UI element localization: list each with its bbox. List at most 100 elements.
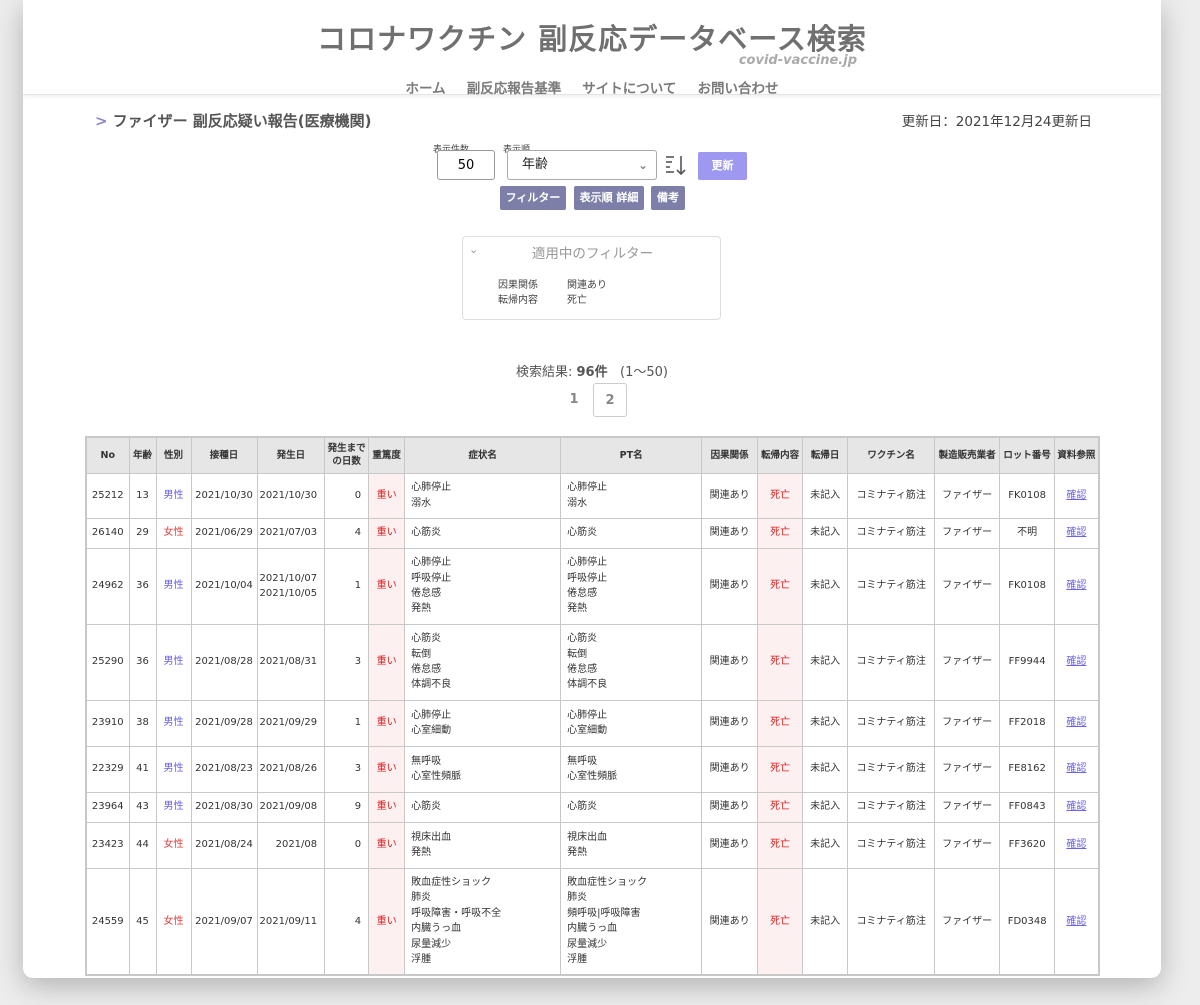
age-value: 44 [136, 839, 149, 851]
maker-value: ファイザー [942, 801, 993, 813]
col-sex-header[interactable]: 性別 [155, 436, 192, 474]
cell-vaccine: コミナティ筋注 [847, 472, 936, 519]
sort-select[interactable]: 年齢 ⌄ [507, 150, 657, 180]
col-maker-header[interactable]: 製造販売業者 [934, 436, 1001, 474]
page-link-2[interactable]: 2 [593, 383, 627, 417]
nav-report-criteria[interactable]: 副反応報告基準 [467, 77, 562, 97]
cell-ref[interactable]: 確認 [1054, 791, 1100, 823]
cell-ref[interactable]: 確認 [1054, 867, 1100, 976]
col-severity-header[interactable]: 重篤度 [368, 436, 406, 474]
cell-ref[interactable]: 確認 [1054, 547, 1100, 625]
col-onset-date-header[interactable]: 発生日 [256, 436, 326, 474]
cell-sex: 男性 [155, 472, 192, 519]
onset-value: 2021/10/30 [259, 489, 318, 501]
cell-days: 4 [324, 867, 370, 976]
col-reference-header[interactable]: 資料参照 [1054, 436, 1100, 474]
cell-outcome-date: 未記入 [802, 745, 849, 793]
col-outcome-header[interactable]: 転帰内容 [757, 436, 804, 474]
cell-ref[interactable]: 確認 [1054, 517, 1100, 549]
update-button[interactable]: 更新 [698, 152, 747, 180]
cell-sex: 男性 [155, 791, 192, 823]
count-input[interactable] [437, 150, 495, 180]
cell-pt: 心筋炎 転倒 倦怠感 体調不良 [560, 623, 703, 701]
severity-value: 重い [376, 915, 397, 927]
active-filters-title[interactable]: 適用中のフィルター [463, 242, 722, 262]
col-outcome-date-header[interactable]: 転帰日 [802, 436, 849, 474]
cell-lot: FD0348 [999, 867, 1056, 976]
site-domain: covid-vaccine.jp [738, 53, 857, 68]
nav-contact[interactable]: お問い合わせ [698, 77, 779, 97]
cell-ref[interactable]: 確認 [1054, 472, 1100, 519]
reference-link[interactable]: 確認 [1066, 580, 1086, 591]
cell-ref[interactable]: 確認 [1054, 623, 1100, 701]
no-value: 24559 [91, 915, 124, 927]
col-lot-header[interactable]: ロット番号 [999, 436, 1056, 474]
site-title[interactable]: コロナワクチン 副反応データベース検索 [23, 16, 1161, 58]
cell-ref[interactable]: 確認 [1054, 745, 1100, 793]
cell-age: 13 [128, 472, 157, 519]
cell-outcome-date: 未記入 [802, 623, 849, 701]
reference-link[interactable]: 確認 [1066, 763, 1086, 774]
reference-link[interactable]: 確認 [1066, 527, 1086, 538]
vaccine-value: コミナティ筋注 [856, 580, 926, 592]
days-value: 4 [354, 915, 362, 927]
filter-button[interactable]: フィルター [500, 186, 566, 210]
symptoms-value: 心筋炎 [411, 527, 442, 539]
vax-date-value: 2021/10/04 [195, 580, 253, 592]
lot-value: FF0843 [1008, 801, 1046, 813]
nav-about[interactable]: サイトについて [582, 77, 676, 97]
severity-value: 重い [376, 527, 397, 539]
cell-vax-date: 2021/10/30 [190, 472, 258, 519]
table-row: 23423 44 女性 2021/08/24 2021/08 0 重い 視床出血 発熱 視床出血… [85, 821, 1100, 869]
vax-date-value: 2021/08/28 [195, 656, 253, 668]
reference-link[interactable]: 確認 [1066, 801, 1086, 812]
reference-link[interactable]: 確認 [1066, 717, 1086, 728]
reference-link[interactable]: 確認 [1066, 490, 1086, 501]
col-causality-header[interactable]: 因果関係 [701, 436, 759, 474]
col-vaccine-header[interactable]: ワクチン名 [847, 436, 936, 474]
cell-days: 1 [324, 547, 370, 625]
col-vax-date-header[interactable]: 接種日 [190, 436, 258, 474]
reference-link[interactable]: 確認 [1066, 916, 1086, 927]
causality-value: 関連あり [709, 489, 750, 501]
cell-ref[interactable]: 確認 [1054, 821, 1100, 869]
lot-value: FK0108 [1008, 580, 1047, 592]
cell-lot: FF3620 [999, 821, 1056, 869]
reference-link[interactable]: 確認 [1066, 839, 1086, 850]
vaccine-value: コミナティ筋注 [856, 839, 926, 851]
col-pt-header[interactable]: PT名 [560, 436, 703, 474]
col-no-header[interactable]: No [85, 436, 130, 474]
pt-value: 敗血症性ショック 肺炎 頻呼吸|呼吸障害 内臓うっ血 尿量減少 浮腫 [567, 877, 648, 966]
nav-home[interactable]: ホーム [406, 77, 446, 97]
reference-link[interactable]: 確認 [1066, 656, 1086, 667]
chevron-down-icon: ⌄ [637, 158, 648, 172]
cell-maker: ファイザー [934, 623, 1001, 701]
cell-outcome: 死亡 [757, 745, 804, 793]
sort-detail-button[interactable]: 表示順 詳細 [574, 186, 644, 210]
sort-direction-icon[interactable] [665, 153, 687, 177]
cell-ref[interactable]: 確認 [1054, 699, 1100, 747]
pt-value: 無呼吸 心室性頻脈 [567, 755, 618, 782]
cell-sex: 男性 [155, 745, 192, 793]
days-value: 1 [354, 580, 362, 592]
symptoms-value: 敗血症性ショック 肺炎 呼吸障害・呼吸不全 内臓うっ血 尿量減少 浮腫 [411, 877, 502, 966]
col-symptoms-header[interactable]: 症状名 [404, 436, 562, 474]
symptoms-value: 心肺停止 心室細動 [411, 709, 452, 736]
pt-value: 心筋炎 [567, 801, 598, 813]
outcome-value: 死亡 [770, 527, 791, 539]
col-days-header[interactable]: 発生までの日数 [324, 436, 370, 474]
onset-value: 2021/09/29 [259, 717, 318, 729]
notes-button[interactable]: 備考 [651, 186, 685, 210]
filter-row: 因果関係 関連あり [498, 276, 607, 291]
cell-vax-date: 2021/09/07 [190, 867, 258, 976]
pt-value: 心肺停止 心室細動 [567, 709, 608, 736]
outcome-value: 死亡 [770, 801, 791, 813]
result-summary: 検索結果: 96件 (1〜50) [23, 361, 1161, 380]
result-range: (1〜50) [620, 365, 668, 380]
col-age-header[interactable]: 年齢 [128, 436, 157, 474]
page-link-1[interactable]: 1 [564, 383, 584, 417]
pt-value: 視床出血 発熱 [567, 831, 608, 858]
cell-severity: 重い [368, 867, 406, 976]
cell-severity: 重い [368, 517, 406, 549]
onset-value: 2021/09/08 [259, 801, 318, 813]
